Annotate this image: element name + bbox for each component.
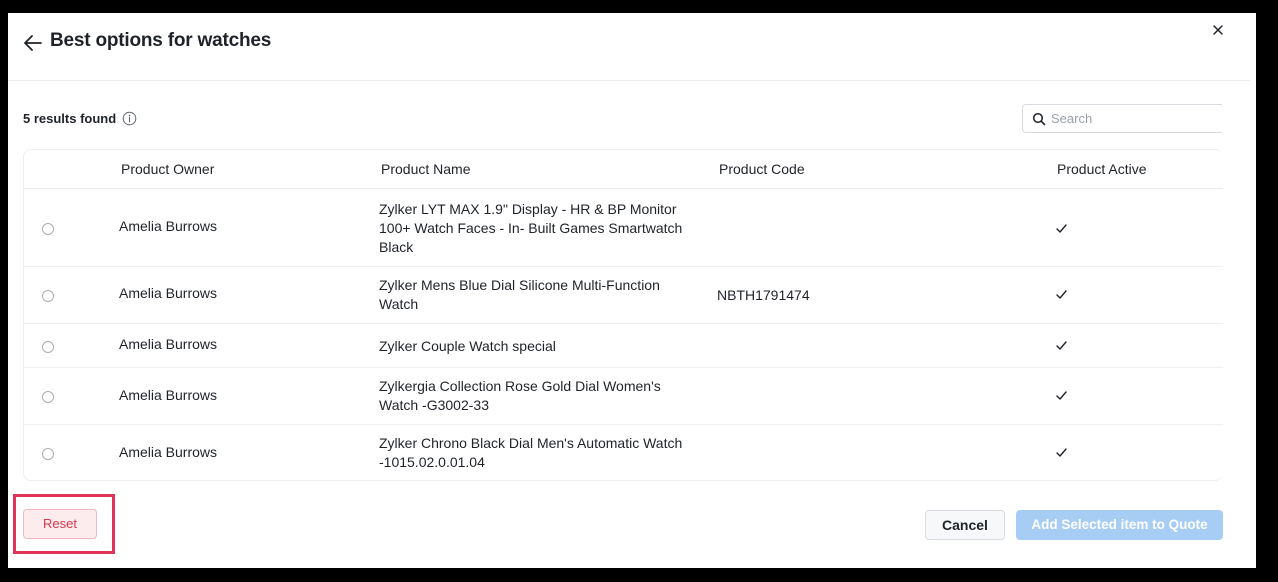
product-name-line: Zylker Chrono Black Dial Men's Automatic… [379, 435, 683, 451]
search-icon [1032, 112, 1046, 125]
row-select-radio[interactable] [42, 391, 54, 403]
reset-button[interactable]: Reset [23, 509, 97, 539]
product-owner-cell: Amelia Burrows [119, 387, 218, 403]
row-select-radio[interactable] [42, 448, 54, 460]
arrow-left-icon[interactable] [22, 32, 44, 54]
check-icon [1056, 448, 1067, 457]
screen-frame-top [0, 0, 1278, 13]
product-name-line: 100+ Watch Faces - In- Built Games Smart… [379, 220, 683, 236]
screen-frame-left [0, 0, 8, 582]
table-row[interactable]: Amelia Burrows Zylker Chrono Black Dial … [24, 424, 1223, 480]
product-name-line: Zylker Mens Blue Dial Silicone Multi-Fun… [379, 277, 660, 293]
table-row[interactable]: Amelia Burrows Zylker LYT MAX 1.9" Displ… [24, 189, 1223, 267]
cancel-button[interactable]: Cancel [925, 510, 1005, 540]
row-select-radio[interactable] [42, 290, 54, 302]
search-input[interactable] [1051, 111, 1211, 126]
product-name-cell[interactable]: Zylker LYT MAX 1.9" Display - HR & BP Mo… [379, 200, 699, 257]
product-name-cell[interactable]: Zylkergia Collection Rose Gold Dial Wome… [379, 377, 699, 415]
results-count: 5 results found [23, 111, 137, 126]
screen-frame-bottom [0, 568, 1278, 582]
close-icon[interactable] [1211, 23, 1225, 37]
product-code-cell: NBTH1791474 [717, 287, 810, 303]
search-box[interactable] [1022, 104, 1222, 133]
check-icon [1056, 391, 1067, 400]
table-row[interactable]: Amelia Burrows Zylker Mens Blue Dial Sil… [24, 266, 1223, 324]
screen-frame-right [1256, 0, 1278, 582]
row-select-radio[interactable] [42, 223, 54, 235]
product-name-line: Zylkergia Collection Rose Gold Dial Wome… [379, 378, 661, 394]
table-row[interactable]: Amelia Burrows Zylkergia Collection Rose… [24, 367, 1223, 425]
check-icon [1056, 290, 1067, 299]
product-name-line: Watch [379, 296, 419, 312]
row-select-radio[interactable] [42, 341, 54, 353]
modal-header: Best options for watches [8, 13, 1250, 81]
product-picker-modal: Best options for watches 5 results found… [8, 13, 1250, 568]
results-count-text: 5 results found [23, 111, 117, 126]
product-name-cell[interactable]: Zylker Chrono Black Dial Men's Automatic… [379, 434, 719, 472]
product-owner-cell: Amelia Burrows [119, 336, 218, 352]
product-name-cell[interactable]: Zylker Couple Watch special [379, 337, 699, 356]
product-name-line: Zylker LYT MAX 1.9" Display - HR & BP Mo… [379, 201, 677, 217]
column-header-product-active[interactable]: Product Active [1057, 161, 1147, 177]
add-selected-to-quote-button[interactable]: Add Selected item to Quote [1016, 510, 1223, 540]
table-header: Product Owner Product Name Product Code … [24, 150, 1223, 189]
table-row[interactable]: Amelia Burrows Zylker Couple Watch speci… [24, 323, 1223, 368]
product-name-line: -1015.02.0.01.04 [379, 454, 485, 470]
product-name-cell[interactable]: Zylker Mens Blue Dial Silicone Multi-Fun… [379, 276, 699, 314]
check-icon [1056, 341, 1067, 350]
product-owner-cell: Amelia Burrows [119, 444, 218, 460]
modal-title: Best options for watches [50, 30, 272, 51]
check-icon [1056, 224, 1067, 233]
products-table: Product Owner Product Name Product Code … [23, 149, 1223, 481]
product-name-line: Black [379, 239, 414, 255]
column-header-product-name[interactable]: Product Name [381, 161, 470, 177]
product-owner-cell: Amelia Burrows [119, 218, 218, 234]
product-name-line: Zylker Couple Watch special [379, 338, 556, 354]
info-icon[interactable] [122, 111, 137, 126]
product-owner-cell: Amelia Burrows [119, 285, 218, 301]
column-header-product-code[interactable]: Product Code [719, 161, 805, 177]
product-name-line: Watch -G3002-33 [379, 397, 489, 413]
column-header-product-owner[interactable]: Product Owner [121, 161, 214, 177]
